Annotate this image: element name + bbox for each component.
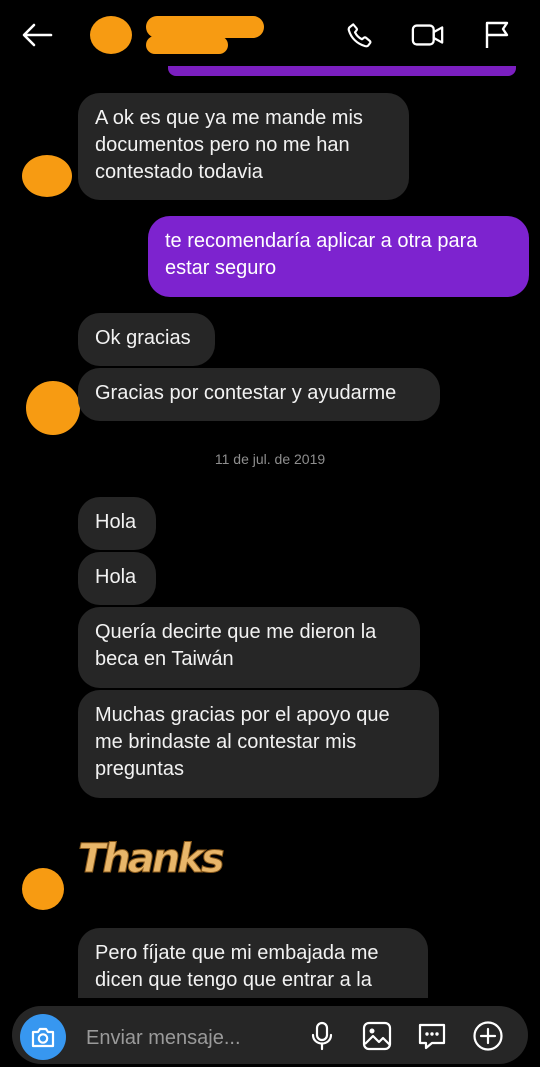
message-incoming[interactable]: Muchas gracias por el apoyo que me brind… [78, 690, 439, 798]
date-separator: 11 de jul. de 2019 [214, 451, 326, 467]
message-incoming[interactable]: Ok gracias [78, 313, 215, 366]
message-incoming[interactable]: Hola [78, 497, 156, 550]
sticker-text: Thanks [78, 836, 226, 883]
chat-sticker-icon[interactable] [415, 1019, 449, 1053]
thanks-sticker[interactable]: Thanks [78, 836, 226, 896]
microphone-icon[interactable] [305, 1019, 339, 1053]
video-camera-icon[interactable] [411, 18, 445, 52]
chat-header [0, 0, 540, 72]
plus-circle-icon[interactable] [471, 1019, 505, 1053]
previous-outgoing-bubble-edge [168, 66, 516, 76]
sender-avatar-redaction[interactable] [22, 868, 64, 910]
back-arrow-icon[interactable] [20, 18, 54, 52]
message-incoming[interactable]: Hola [78, 552, 156, 605]
sender-avatar-redaction[interactable] [22, 155, 72, 197]
contact-status-redaction [146, 36, 228, 54]
message-incoming[interactable]: A ok es que ya me mande mis documentos p… [78, 93, 409, 200]
contact-name-redaction[interactable] [146, 16, 264, 38]
flag-icon[interactable] [480, 18, 514, 52]
camera-button[interactable] [20, 1014, 66, 1060]
camera-icon [31, 1027, 55, 1048]
image-icon[interactable] [360, 1019, 394, 1053]
message-incoming[interactable]: Gracias por contestar y ayudarme [78, 368, 440, 421]
message-input[interactable] [84, 1016, 288, 1060]
message-outgoing[interactable]: te recomendaría aplicar a otra para esta… [148, 216, 529, 297]
sender-avatar-redaction[interactable] [26, 381, 80, 435]
message-incoming[interactable]: Quería decirte que me dieron la beca en … [78, 607, 420, 688]
contact-avatar-redaction[interactable] [90, 16, 132, 54]
phone-icon[interactable] [343, 18, 377, 52]
